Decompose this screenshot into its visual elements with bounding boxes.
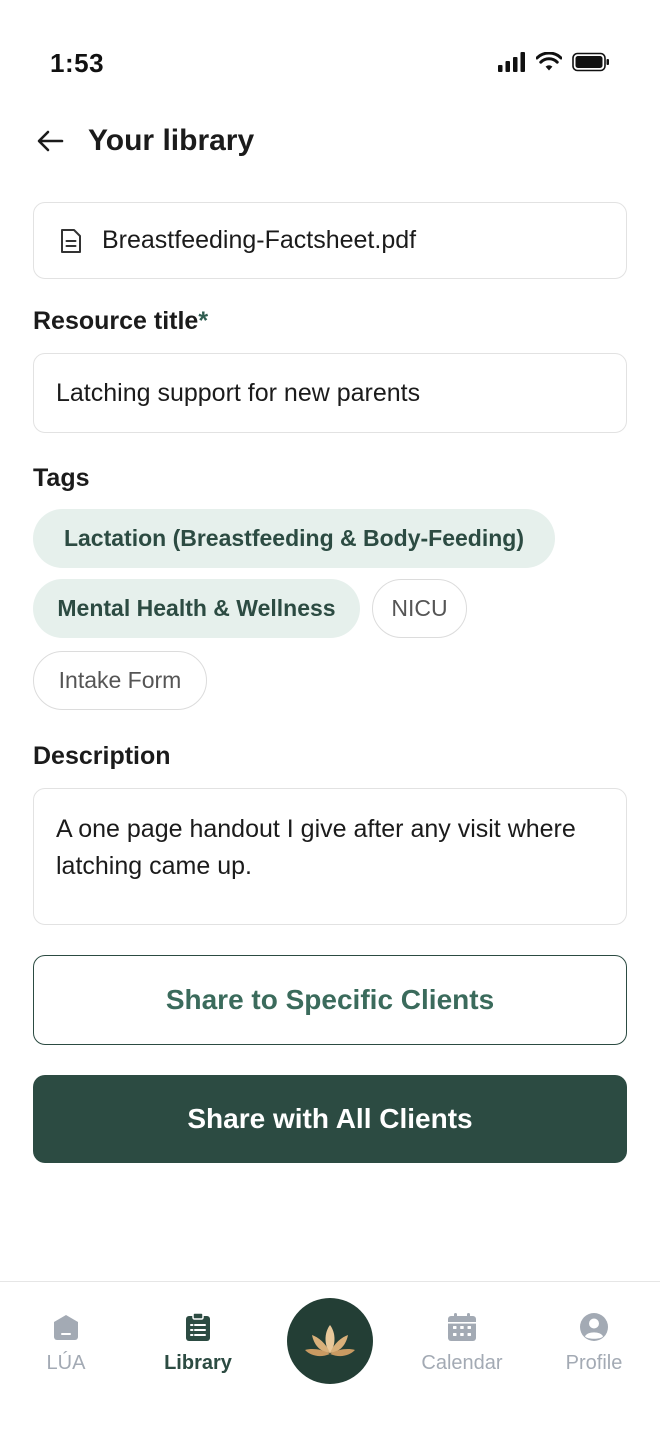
tab-lua[interactable]: LÚA	[11, 1312, 121, 1375]
tab-label: Calendar	[421, 1352, 503, 1374]
share-specific-label: Share to Specific Clients	[165, 984, 495, 1015]
description-label: Description	[33, 742, 171, 770]
back-button[interactable]	[34, 125, 66, 157]
status-icons	[498, 51, 610, 77]
home-icon	[51, 1312, 81, 1342]
header: Your library	[34, 118, 254, 164]
tag-label: Intake Form	[58, 667, 182, 693]
clipboard-icon	[183, 1312, 213, 1342]
tag-label: Mental Health & Wellness	[57, 595, 336, 621]
tab-profile[interactable]: Profile	[539, 1312, 649, 1375]
document-icon	[58, 227, 84, 255]
resource-title-value: Latching support for new parents	[56, 378, 421, 407]
signal-icon	[498, 52, 526, 77]
resource-title-input[interactable]: Latching support for new parents	[33, 353, 627, 433]
resource-title-label: Resource title*	[33, 307, 208, 336]
arrow-left-icon	[37, 130, 64, 152]
tags-label: Tags	[33, 464, 90, 492]
bottom-tab-bar: LÚA Library Calendar Profile	[0, 1281, 660, 1434]
tab-calendar[interactable]: Calendar	[407, 1312, 517, 1375]
description-value: A one page handout I give after any visi…	[56, 815, 576, 880]
wifi-icon	[535, 51, 563, 77]
tab-label: Library	[164, 1352, 232, 1374]
required-asterisk: *	[198, 307, 209, 335]
battery-icon	[572, 52, 610, 77]
share-specific-clients-button[interactable]: Share to Specific Clients	[33, 955, 627, 1045]
tag-intake-form[interactable]: Intake Form	[33, 651, 207, 710]
resource-title-label-text: Resource title	[33, 307, 199, 335]
tag-label: NICU	[391, 595, 448, 621]
user-icon	[579, 1312, 609, 1342]
description-textarea[interactable]: A one page handout I give after any visi…	[33, 788, 627, 925]
calendar-icon	[447, 1312, 477, 1342]
share-all-clients-button[interactable]: Share with All Clients	[33, 1075, 627, 1163]
page-title: Your library	[88, 124, 255, 157]
tab-label: Profile	[565, 1352, 623, 1374]
status-time: 1:53	[50, 48, 105, 78]
share-all-label: Share with All Clients	[187, 1103, 473, 1134]
tag-lactation[interactable]: Lactation (Breastfeeding & Body-Feeding)	[33, 509, 555, 568]
file-name: Breastfeeding-Factsheet.pdf	[102, 226, 417, 254]
status-bar: 1:53	[0, 0, 660, 120]
tag-mental-health[interactable]: Mental Health & Wellness	[33, 579, 360, 638]
attached-file[interactable]: Breastfeeding-Factsheet.pdf	[33, 202, 627, 279]
tag-nicu[interactable]: NICU	[372, 579, 467, 638]
lotus-icon	[305, 1325, 355, 1357]
tab-label: LÚA	[46, 1352, 86, 1374]
tab-library[interactable]: Library	[143, 1312, 253, 1375]
tag-label: Lactation (Breastfeeding & Body-Feeding)	[63, 525, 525, 551]
lotus-center-button[interactable]	[287, 1298, 373, 1384]
